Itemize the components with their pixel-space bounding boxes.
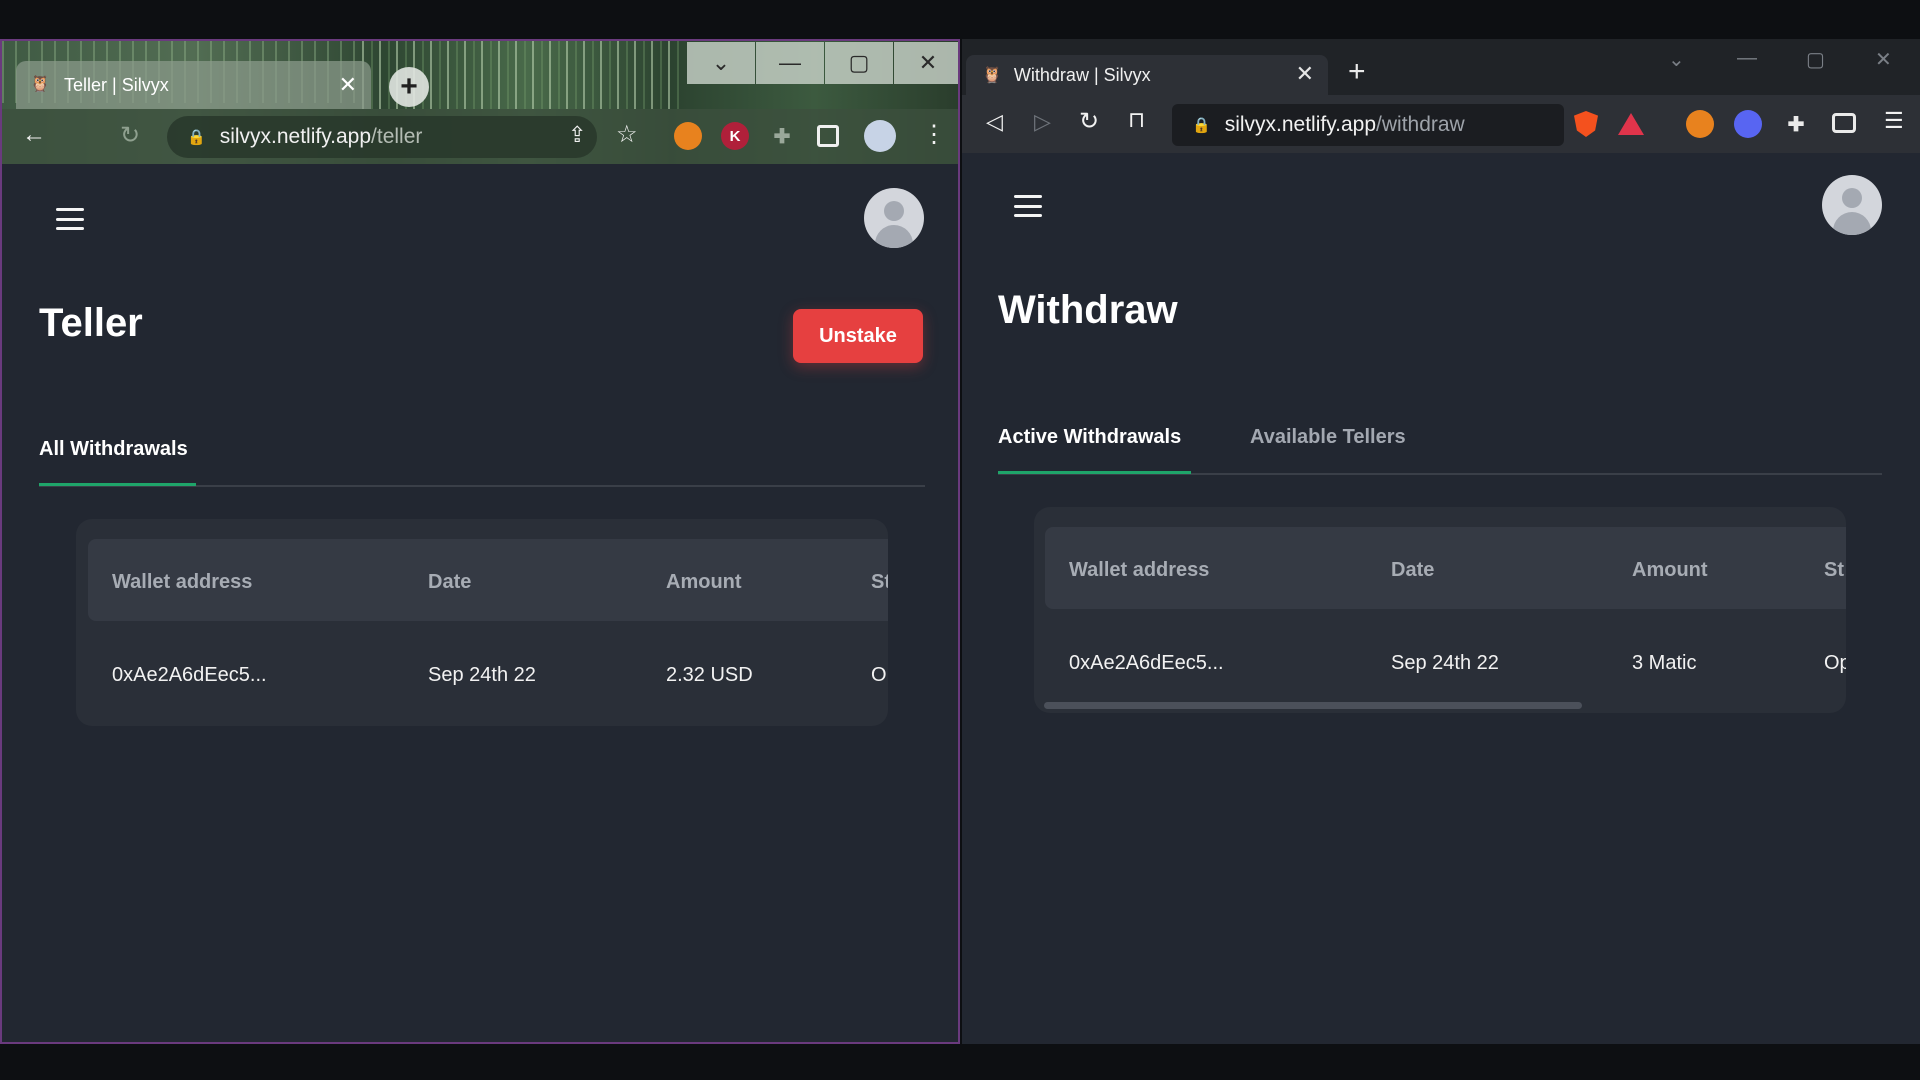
unstake-button[interactable]: Unstake	[793, 309, 923, 363]
url-host: silvyx.netlify.app	[219, 125, 372, 148]
menu-hamburger-icon[interactable]	[56, 208, 86, 230]
user-avatar[interactable]	[864, 188, 924, 248]
bat-rewards-icon[interactable]	[1618, 113, 1644, 135]
active-tab-indicator	[39, 483, 196, 486]
menu-hamburger-icon[interactable]	[1014, 195, 1044, 217]
profile-avatar[interactable]	[864, 120, 896, 152]
header-date: Date	[428, 571, 472, 593]
close-tab-icon[interactable]: ✕	[339, 72, 357, 98]
chrome-titlebar: ⌄ — ▢ ✕ 🦉 Teller | Silvyx ✕ + ← ↻ 🔒 silv…	[2, 41, 958, 164]
share-icon[interactable]: ⇪	[568, 122, 586, 148]
active-tab-indicator	[998, 471, 1191, 474]
header-wallet-address: Wallet address	[112, 571, 253, 593]
reload-icon[interactable]: ↻	[1079, 107, 1099, 136]
bookmark-icon[interactable]: ⊓	[1128, 107, 1145, 133]
metamask-icon[interactable]	[674, 122, 702, 150]
header-date: Date	[1391, 559, 1435, 581]
tab-withdraw[interactable]: 🦉 Withdraw | Silvyx ✕	[966, 55, 1328, 95]
back-icon[interactable]: ←	[22, 121, 46, 149]
cell-status: O	[871, 664, 887, 686]
silvyx-favicon-icon: 🦉	[30, 76, 50, 93]
puzzle-icon[interactable]: ✚	[768, 122, 796, 150]
tab-title: Teller | Silvyx	[64, 74, 169, 95]
side-panel-icon[interactable]	[817, 125, 839, 147]
new-tab-button[interactable]: +	[1348, 55, 1366, 89]
withdrawals-table-card: Wallet address Date Amount St 0xAe2A6dEe…	[76, 519, 888, 726]
maximize-button[interactable]: ▢	[1806, 47, 1825, 72]
header-amount: Amount	[666, 571, 742, 593]
new-tab-button[interactable]: +	[389, 67, 429, 107]
minimize-button[interactable]: —	[1737, 47, 1757, 70]
user-avatar[interactable]	[1822, 175, 1882, 235]
brave-shield-icon[interactable]	[1574, 111, 1598, 137]
teller-browser-window: ⌄ — ▢ ✕ 🦉 Teller | Silvyx ✕ + ← ↻ 🔒 silv…	[0, 39, 960, 1044]
forward-icon[interactable]: ▷	[1034, 109, 1051, 135]
tab-search-chevron-icon[interactable]: ⌄	[687, 42, 755, 84]
tab-title: Withdraw | Silvyx	[1013, 64, 1151, 85]
chrome-toolbar: ← ↻ 🔒 silvyx.netlify.app/teller ⇪ ☆ K ✚ …	[2, 109, 958, 164]
cell-wallet-address: 0xAe2A6dEec5...	[112, 664, 267, 686]
close-window-button[interactable]: ✕	[894, 42, 958, 84]
cell-status: Op	[1824, 652, 1846, 674]
tab-all-withdrawals[interactable]: All Withdrawals	[39, 438, 188, 461]
lock-icon: 🔒	[1192, 117, 1211, 134]
maximize-button[interactable]: ▢	[825, 42, 893, 84]
bookmark-star-icon[interactable]: ☆	[616, 120, 638, 149]
brave-toolbar: ◁ ▷ ↻ ⊓ 🔒 silvyx.netlify.app/withdraw ✚ …	[962, 95, 1920, 153]
tab-search-chevron-icon[interactable]: ⌄	[1668, 47, 1685, 72]
url-path: /withdraw	[1376, 113, 1465, 136]
cell-date: Sep 24th 22	[1391, 652, 1499, 674]
reload-icon[interactable]: ↻	[120, 121, 140, 150]
chrome-menu-kebab-icon[interactable]: ⋮	[922, 120, 946, 149]
k-extension-icon[interactable]: K	[721, 122, 749, 150]
wallet-icon[interactable]	[1832, 113, 1856, 133]
cell-wallet-address: 0xAe2A6dEec5...	[1069, 652, 1224, 674]
tab-active-withdrawals[interactable]: Active Withdrawals	[998, 426, 1181, 449]
silvyx-favicon-icon: 🦉	[982, 67, 1002, 84]
discord-like-icon[interactable]	[1734, 110, 1762, 138]
tab-teller[interactable]: 🦉 Teller | Silvyx ✕	[16, 61, 371, 109]
puzzle-icon[interactable]: ✚	[1782, 110, 1810, 138]
cell-amount: 2.32 USD	[666, 664, 753, 686]
minimize-button[interactable]: —	[756, 42, 824, 84]
header-amount: Amount	[1632, 559, 1708, 581]
header-status: St	[871, 571, 888, 593]
window-controls: ⌄ — ▢ ✕	[686, 42, 958, 84]
metamask-icon[interactable]	[1686, 110, 1714, 138]
lock-icon: 🔒	[187, 129, 206, 146]
withdraw-page: Withdraw Active Withdrawals Available Te…	[962, 153, 1920, 1044]
withdraw-browser-window: 🦉 Withdraw | Silvyx ✕ + ⌄ — ▢ ✕ ◁ ▷ ↻ ⊓ …	[962, 39, 1920, 1044]
cell-amount: 3 Matic	[1632, 652, 1697, 674]
menu-icon[interactable]: ☰	[1884, 108, 1904, 134]
url-path: /teller	[371, 125, 423, 148]
page-title: Teller	[39, 301, 143, 345]
header-status: St	[1824, 559, 1844, 581]
page-title: Withdraw	[998, 288, 1178, 332]
teller-page: Teller Unstake All Withdrawals Wallet ad…	[2, 164, 958, 1042]
close-tab-icon[interactable]: ✕	[1296, 61, 1314, 87]
withdrawals-table-card: Wallet address Date Amount St 0xAe2A6dEe…	[1034, 507, 1846, 713]
address-bar[interactable]: 🔒 silvyx.netlify.app/teller	[167, 116, 597, 158]
cell-date: Sep 24th 22	[428, 664, 536, 686]
url-host: silvyx.netlify.app	[1224, 113, 1377, 136]
brave-titlebar: 🦉 Withdraw | Silvyx ✕ + ⌄ — ▢ ✕ ◁ ▷ ↻ ⊓ …	[962, 39, 1920, 153]
header-wallet-address: Wallet address	[1069, 559, 1210, 581]
table-horizontal-scrollbar[interactable]	[1044, 702, 1582, 709]
desktop: ⌄ — ▢ ✕ 🦉 Teller | Silvyx ✕ + ← ↻ 🔒 silv…	[0, 0, 1920, 1080]
close-window-button[interactable]: ✕	[1875, 47, 1892, 72]
back-icon[interactable]: ◁	[986, 109, 1003, 135]
address-bar[interactable]: 🔒 silvyx.netlify.app/withdraw	[1172, 104, 1564, 146]
tab-available-tellers[interactable]: Available Tellers	[1250, 426, 1406, 449]
